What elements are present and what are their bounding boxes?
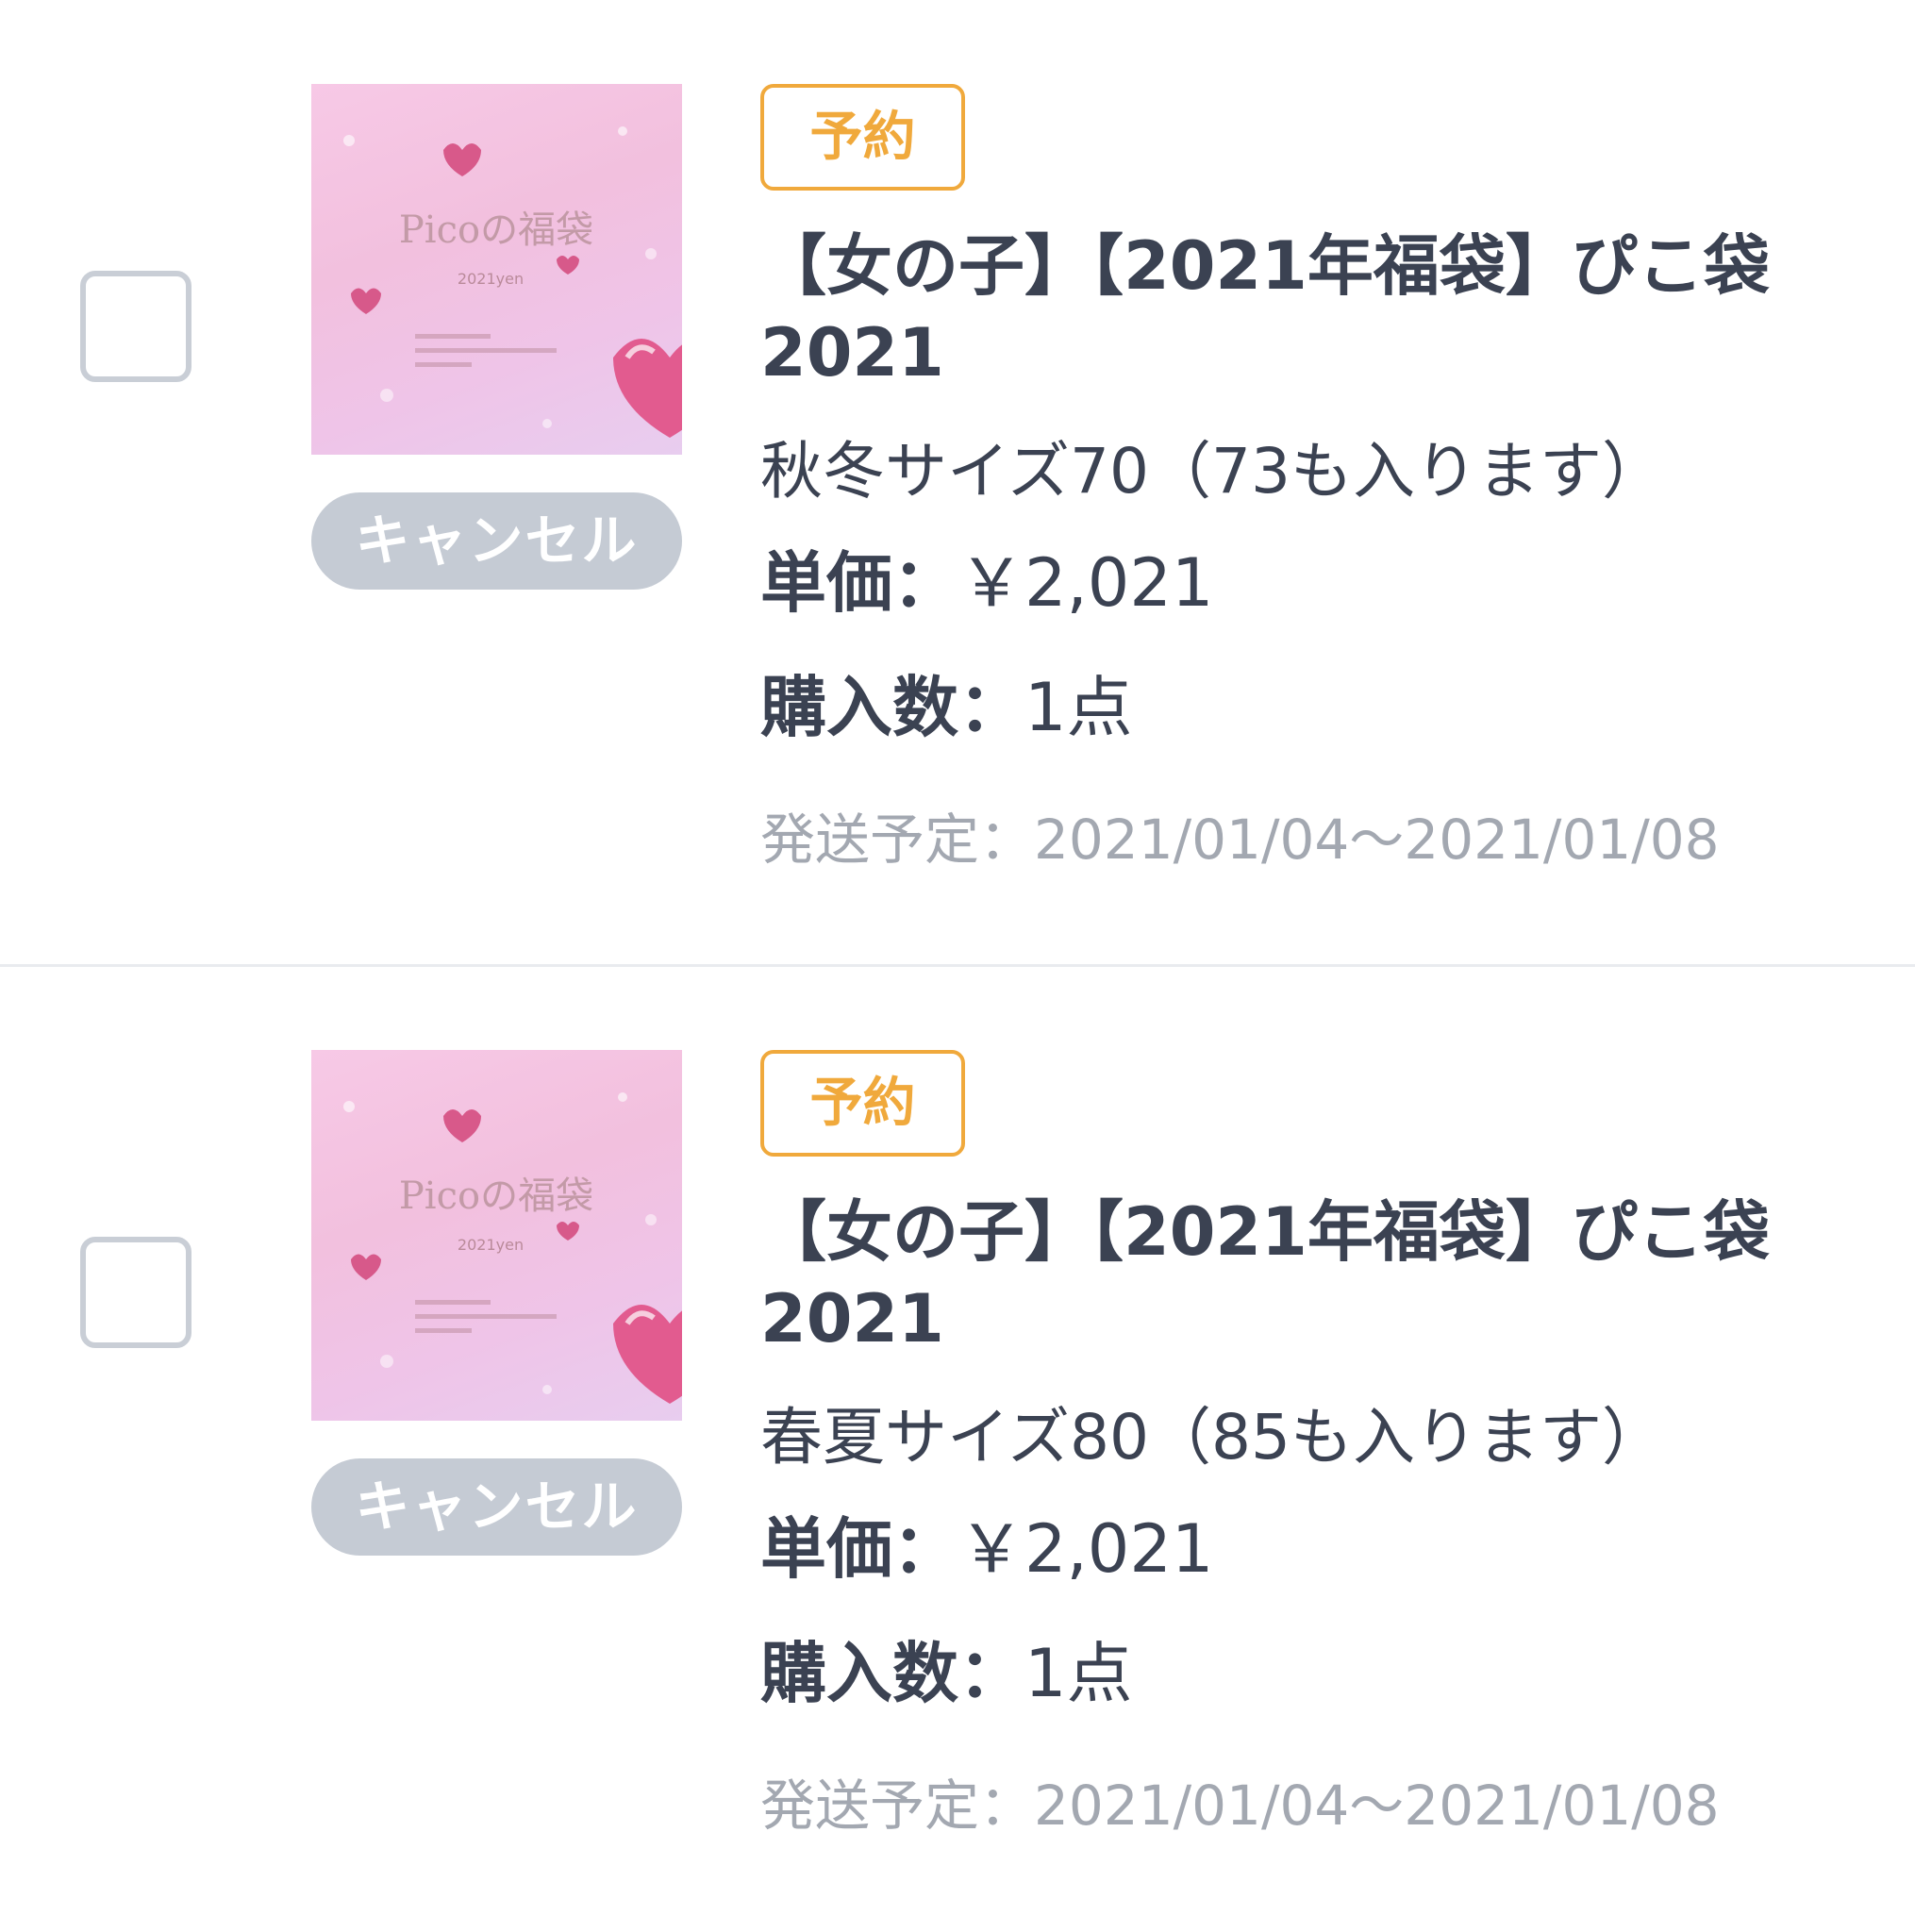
product-title[interactable]: 【女の子】【2021年福袋】ぴこ袋2021: [760, 1189, 1826, 1362]
heart-icon: [443, 143, 481, 176]
shipping-schedule: 発送予定：2021/01/04〜2021/01/08: [760, 808, 1720, 872]
purchase-quantity-value: 1点: [1024, 1635, 1133, 1712]
heart-icon: [351, 288, 381, 314]
heart-icon: [557, 1222, 579, 1241]
purchase-quantity-value: 1点: [1024, 669, 1133, 746]
purchase-quantity: 購入数：1点: [760, 1631, 1133, 1716]
product-thumbnail-year: 2021yen: [458, 270, 524, 288]
order-item: Picoの福袋 2021yen キャンセル 予約 【女の子】【2021年福袋】ぴ…: [0, 964, 1915, 1932]
heart-icon: [351, 1254, 381, 1280]
select-checkbox[interactable]: [80, 271, 192, 382]
cancel-button[interactable]: キャンセル: [311, 1458, 682, 1556]
heart-icon: [443, 1109, 481, 1142]
select-checkbox[interactable]: [80, 1237, 192, 1348]
purchase-quantity-label: 購入数：: [760, 1635, 1024, 1712]
cancel-button[interactable]: キャンセル: [311, 492, 682, 590]
unit-price-value: ￥2,021: [958, 1510, 1214, 1588]
shipping-schedule: 発送予定：2021/01/04〜2021/01/08: [760, 1774, 1720, 1838]
product-thumbnail-art: Picoの福袋 2021yen: [343, 1092, 682, 1404]
product-title[interactable]: 【女の子】【2021年福袋】ぴこ袋2021: [760, 223, 1826, 396]
order-item-list: Picoの福袋 2021yen キャンセル 予約 【女の子】【2021年福袋】ぴ…: [0, 0, 1915, 1932]
heart-icon: [613, 1305, 682, 1404]
heart-icon: [557, 256, 579, 275]
reservation-tag: 予約: [760, 84, 965, 191]
product-thumbnail[interactable]: Picoの福袋 2021yen: [311, 84, 682, 455]
reservation-tag: 予約: [760, 1050, 965, 1157]
unit-price-label: 単価：: [760, 544, 958, 622]
unit-price: 単価：￥2,021: [760, 1507, 1213, 1591]
heart-icon: [613, 339, 682, 438]
product-thumbnail[interactable]: Picoの福袋 2021yen: [311, 1050, 682, 1421]
unit-price-value: ￥2,021: [958, 544, 1214, 622]
product-variant: 春夏サイズ80（85も入ります）: [760, 1401, 1664, 1474]
purchase-quantity-label: 購入数：: [760, 669, 1024, 746]
product-thumbnail-art: Picoの福袋 2021yen: [343, 126, 682, 438]
product-variant: 秋冬サイズ70（73も入ります）: [760, 435, 1664, 508]
unit-price-label: 単価：: [760, 1510, 958, 1588]
unit-price: 単価：￥2,021: [760, 541, 1213, 625]
product-thumbnail-year: 2021yen: [458, 1236, 524, 1254]
order-item: Picoの福袋 2021yen キャンセル 予約 【女の子】【2021年福袋】ぴ…: [0, 0, 1915, 966]
product-thumbnail-brand: Picoの福袋: [399, 208, 593, 252]
product-thumbnail-brand: Picoの福袋: [399, 1174, 593, 1218]
purchase-quantity: 購入数：1点: [760, 665, 1133, 750]
